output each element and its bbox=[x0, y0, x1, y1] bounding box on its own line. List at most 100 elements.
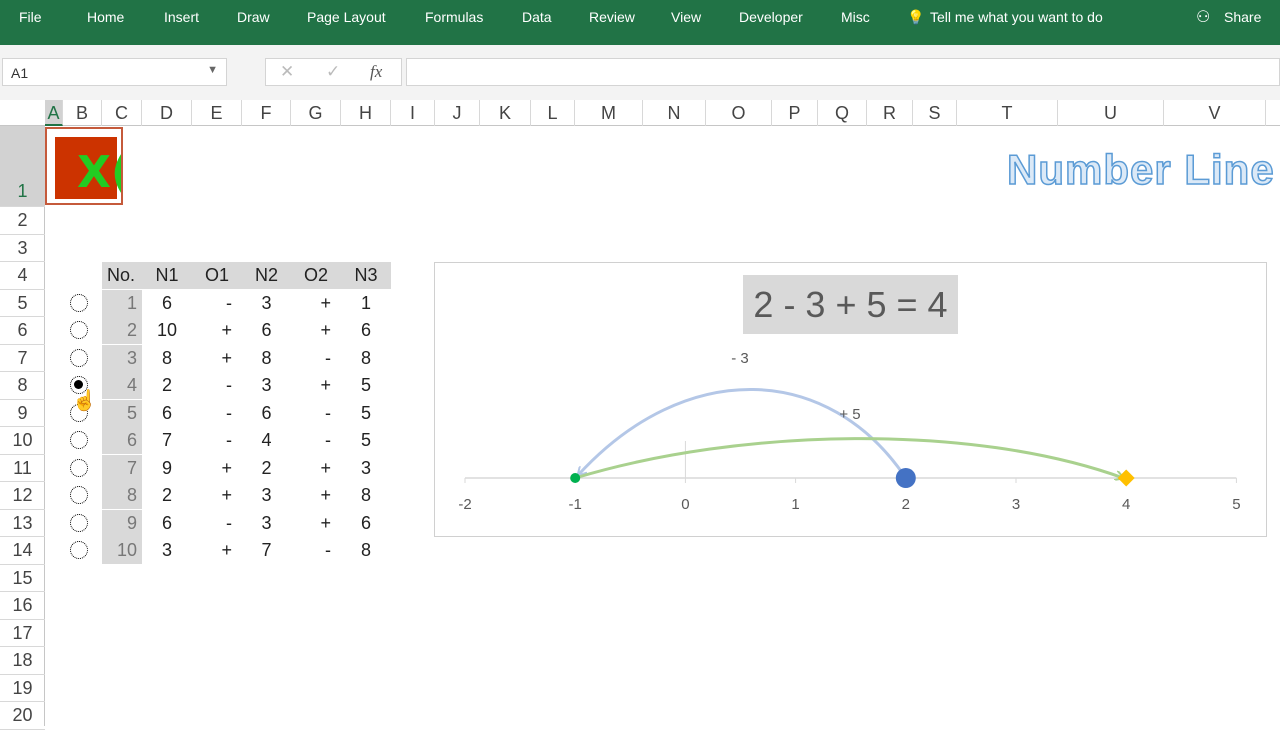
column-header-E[interactable]: E bbox=[192, 100, 242, 126]
column-header-Q[interactable]: Q bbox=[818, 100, 867, 126]
column-header-H[interactable]: H bbox=[341, 100, 391, 126]
column-header-U[interactable]: U bbox=[1058, 100, 1164, 126]
column-header-P[interactable]: P bbox=[772, 100, 818, 126]
ribbon-tab-developer[interactable]: Developer bbox=[739, 9, 803, 25]
table-cell: 7 bbox=[261, 540, 272, 560]
table-cell: + bbox=[221, 347, 232, 368]
column-header-F[interactable]: F bbox=[242, 100, 291, 126]
table-cell: 8 bbox=[360, 485, 371, 505]
enter-icon[interactable]: ✓ bbox=[326, 62, 340, 82]
column-header-S[interactable]: S bbox=[913, 100, 957, 126]
ribbon-tab-draw[interactable]: Draw bbox=[237, 9, 270, 25]
column-header-A[interactable]: A bbox=[45, 100, 63, 126]
table-cell: + bbox=[320, 292, 331, 313]
option-radio[interactable] bbox=[70, 541, 88, 559]
tick-label: 4 bbox=[1122, 496, 1130, 513]
ribbon-tab-review[interactable]: Review bbox=[589, 9, 635, 25]
share-button[interactable]: Share bbox=[1224, 9, 1261, 25]
row-number-cell: 3 bbox=[102, 344, 142, 372]
row-header-19[interactable]: 19 bbox=[0, 675, 45, 702]
option-radio[interactable] bbox=[70, 431, 88, 449]
ribbon-tab-page-layout[interactable]: Page Layout bbox=[307, 9, 386, 25]
formula-buttons: ✕ ✓ fx bbox=[265, 58, 402, 86]
option-radio[interactable] bbox=[70, 486, 88, 504]
table-cell: 3 bbox=[261, 485, 272, 505]
table-cell: 2 bbox=[161, 375, 172, 395]
row-header-2[interactable]: 2 bbox=[0, 207, 45, 235]
tell-me-search[interactable]: Tell me what you want to do bbox=[930, 9, 1103, 25]
row-header-6[interactable]: 6 bbox=[0, 317, 45, 345]
row-header-7[interactable]: 7 bbox=[0, 345, 45, 372]
row-header-8[interactable]: 8 bbox=[0, 372, 45, 400]
tick-label: 2 bbox=[902, 496, 910, 513]
fx-icon[interactable]: fx bbox=[370, 62, 382, 82]
row-header-10[interactable]: 10 bbox=[0, 427, 45, 455]
column-header-M[interactable]: M bbox=[575, 100, 643, 126]
number-line-chart[interactable]: 2 - 3 + 5 = 4 -2 -1 0 1 2 3 4 5- 3 + 5 bbox=[434, 262, 1267, 537]
tick-label: 0 bbox=[681, 496, 689, 513]
table-cell: 3 bbox=[161, 540, 172, 560]
logo: X( bbox=[45, 127, 123, 205]
table-header-o1: O1 bbox=[192, 262, 242, 289]
tick-label: 3 bbox=[1012, 496, 1020, 513]
name-box[interactable]: A1 ▼ bbox=[2, 58, 227, 86]
row-number-cell: 1 bbox=[102, 289, 142, 317]
column-header-G[interactable]: G bbox=[291, 100, 341, 126]
row-header-20[interactable]: 20 bbox=[0, 702, 45, 730]
ribbon-tab-data[interactable]: Data bbox=[522, 9, 552, 25]
row-number-cell: 9 bbox=[102, 509, 142, 537]
table-cell: + bbox=[221, 485, 232, 505]
table-cell: 9 bbox=[161, 457, 172, 478]
table-header-o2: O2 bbox=[291, 262, 341, 289]
row-header-9[interactable]: 9 bbox=[0, 400, 45, 427]
option-radio[interactable] bbox=[70, 513, 88, 532]
row-header-12[interactable]: 12 bbox=[0, 482, 45, 510]
row-header-17[interactable]: 17 bbox=[0, 620, 45, 647]
column-header-I[interactable]: I bbox=[391, 100, 435, 126]
table-cell: + bbox=[320, 457, 331, 478]
table-cell: 5 bbox=[360, 402, 371, 423]
cancel-icon[interactable]: ✕ bbox=[280, 62, 294, 82]
chevron-down-icon[interactable]: ▼ bbox=[207, 64, 218, 76]
column-header-L[interactable]: L bbox=[531, 100, 575, 126]
column-header-N[interactable]: N bbox=[643, 100, 706, 126]
row-number-cell: 4 bbox=[102, 372, 142, 399]
ribbon-tab-formulas[interactable]: Formulas bbox=[425, 9, 483, 25]
option-radio[interactable] bbox=[70, 458, 88, 477]
row-header-14[interactable]: 14 bbox=[0, 537, 45, 565]
row-number-cell: 6 bbox=[102, 427, 142, 454]
ribbon-tab-file[interactable]: File bbox=[19, 9, 42, 25]
table-cell: - bbox=[226, 375, 232, 395]
table-header-no: No. bbox=[102, 262, 142, 289]
ribbon-tab-insert[interactable]: Insert bbox=[164, 9, 199, 25]
row-header-13[interactable]: 13 bbox=[0, 510, 45, 537]
option-radio[interactable] bbox=[70, 293, 88, 312]
row-header-4[interactable]: 4 bbox=[0, 262, 45, 290]
chart-plot: -2 -1 0 1 2 3 4 5 - 3 + 5 bbox=[458, 350, 1240, 513]
column-header-J[interactable]: J bbox=[435, 100, 480, 126]
ribbon-tab-home[interactable]: Home bbox=[87, 9, 124, 25]
ribbon-tab-view[interactable]: View bbox=[671, 9, 701, 25]
formula-input[interactable] bbox=[406, 58, 1280, 86]
tick-label: 1 bbox=[791, 496, 799, 513]
column-header-V[interactable]: V bbox=[1164, 100, 1266, 126]
option-radio[interactable] bbox=[70, 321, 88, 339]
column-header-O[interactable]: O bbox=[706, 100, 772, 126]
row-header-18[interactable]: 18 bbox=[0, 647, 45, 675]
row-header-15[interactable]: 15 bbox=[0, 565, 45, 592]
column-header-R[interactable]: R bbox=[867, 100, 913, 126]
row-header-1[interactable]: 1 bbox=[0, 126, 45, 207]
row-header-11[interactable]: 11 bbox=[0, 455, 45, 482]
result-point-marker bbox=[1117, 469, 1135, 487]
column-header-D[interactable]: D bbox=[142, 100, 192, 126]
column-header-T[interactable]: T bbox=[957, 100, 1058, 126]
option-radio[interactable] bbox=[70, 348, 88, 367]
column-header-K[interactable]: K bbox=[480, 100, 531, 126]
column-header-B[interactable]: B bbox=[63, 100, 102, 126]
row-header-5[interactable]: 5 bbox=[0, 290, 45, 317]
ribbon-tab-misc[interactable]: Misc bbox=[841, 9, 870, 25]
row-header-16[interactable]: 16 bbox=[0, 592, 45, 620]
row-header-3[interactable]: 3 bbox=[0, 235, 45, 262]
column-header-C[interactable]: C bbox=[102, 100, 142, 126]
table-cell: 6 bbox=[360, 512, 371, 533]
